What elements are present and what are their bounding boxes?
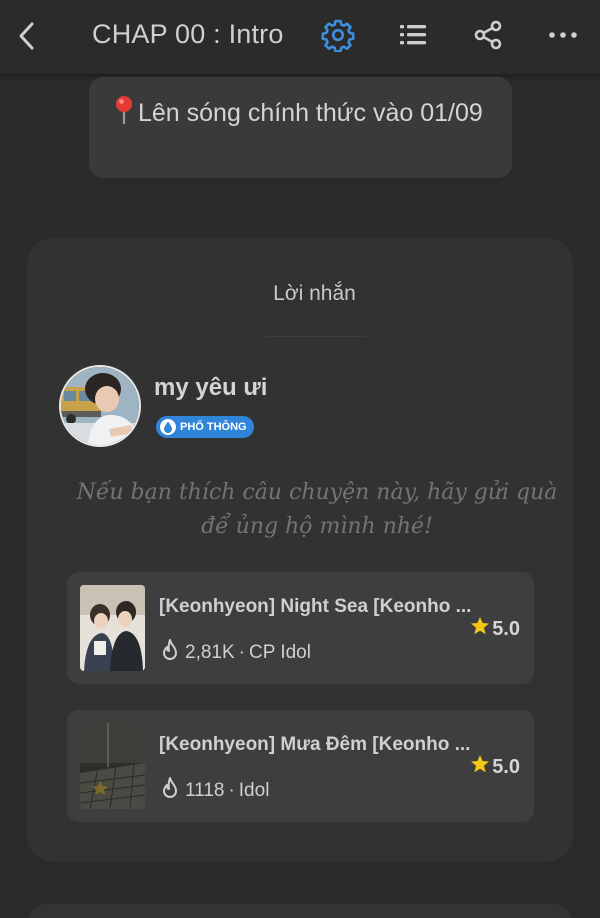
story-meta: 2,81K · CP Idol	[159, 638, 311, 668]
pin-icon	[113, 95, 135, 125]
author-note-card: Lời nhắn my yêu ưi PHỔ THÔNG Nếu bạn thí…	[27, 238, 573, 862]
share-icon[interactable]	[471, 18, 505, 52]
avatar[interactable]	[59, 365, 141, 447]
meta-separator: ·	[238, 642, 245, 663]
author-message: Nếu bạn thích câu chuyện này, hãy gửi qu…	[76, 480, 558, 539]
story-rating-value: 5.0	[492, 755, 520, 778]
star-icon	[470, 616, 490, 642]
story-title: [Keonhyeon] Mưa Đêm [Keonho ...	[159, 734, 471, 755]
release-notice: Lên sóng chính thức vào 01/09	[89, 77, 512, 178]
author-note-heading: Lời nhắn	[273, 282, 356, 305]
member-badge: PHỔ THÔNG	[156, 416, 254, 438]
author-name[interactable]: my yêu ưi	[154, 374, 267, 402]
back-arrow-icon[interactable]	[12, 20, 44, 52]
settings-gear-icon[interactable]	[321, 18, 355, 53]
story-rating: 5.0	[470, 754, 520, 780]
story-title: [Keonhyeon] Night Sea [Keonho ...	[159, 596, 472, 617]
story-cover	[80, 585, 145, 671]
top-bar: CHAP 00 : Intro	[0, 0, 600, 74]
star-icon	[470, 754, 490, 780]
meta-separator: ·	[228, 780, 235, 801]
story-category: CP Idol	[248, 642, 311, 663]
story-rating-value: 5.0	[492, 617, 520, 640]
next-section-card	[27, 904, 573, 918]
story-reads: 2,81K	[185, 642, 235, 663]
story-meta: 1118 · Idol	[159, 776, 269, 806]
water-drop-icon	[160, 419, 176, 435]
story-card[interactable]: [Keonhyeon] Mưa Đêm [Keonho ... 1118 · I…	[67, 710, 534, 822]
story-card[interactable]: [Keonhyeon] Night Sea [Keonho ... 2,81K …	[67, 572, 534, 684]
story-category: Idol	[238, 780, 270, 801]
story-reads: 1118	[185, 780, 225, 801]
release-notice-text: Lên sóng chính thức vào 01/09	[138, 99, 483, 127]
chapter-title: CHAP 00 : Intro	[92, 19, 284, 49]
divider	[265, 336, 365, 337]
list-icon[interactable]	[396, 18, 430, 52]
badge-label: PHỔ THÔNG	[180, 421, 247, 433]
story-rating: 5.0	[470, 616, 520, 642]
flame-icon	[159, 776, 181, 806]
flame-icon	[159, 638, 181, 668]
more-icon[interactable]	[546, 18, 580, 52]
story-cover	[80, 723, 145, 809]
